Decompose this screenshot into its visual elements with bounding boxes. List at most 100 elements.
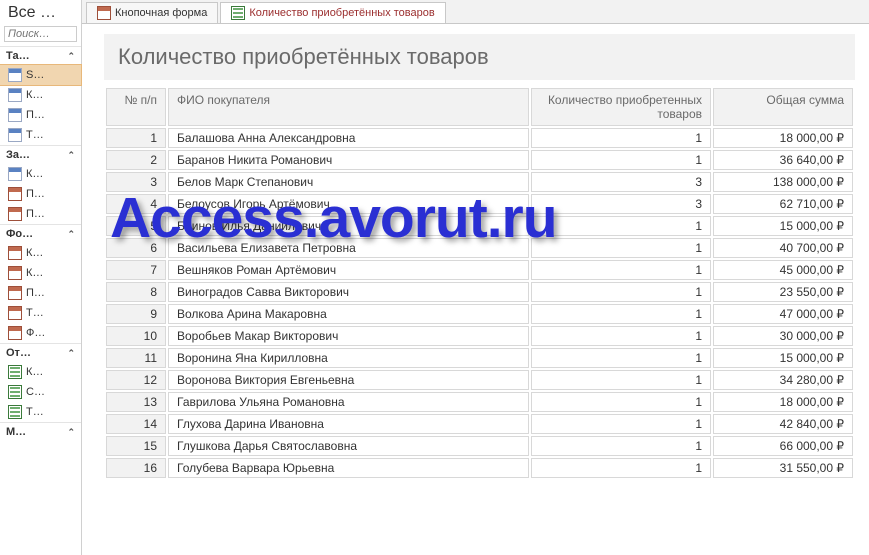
- tab-label: Количество приобретённых товаров: [249, 7, 434, 19]
- nav-item[interactable]: П…: [0, 283, 81, 303]
- cell-qty: 1: [531, 304, 711, 324]
- nav-item-label: П…: [26, 208, 45, 220]
- table-row: 13Гаврилова Ульяна Романовна118 000,00 ₽: [106, 392, 853, 412]
- cell-name: Гаврилова Ульяна Романовна: [168, 392, 529, 412]
- cell-qty: 1: [531, 238, 711, 258]
- table-row: 11Воронина Яна Кирилловна115 000,00 ₽: [106, 348, 853, 368]
- cell-qty: 3: [531, 172, 711, 192]
- table-row: 16Голубева Варвара Юрьевна131 550,00 ₽: [106, 458, 853, 478]
- cell-qty: 1: [531, 436, 711, 456]
- cell-sum: 30 000,00 ₽: [713, 326, 853, 346]
- nav-item-label: Т…: [26, 406, 44, 418]
- cell-name: Балашова Анна Александровна: [168, 128, 529, 148]
- chevron-up-icon: ⌃: [67, 150, 75, 161]
- nav-item[interactable]: Т…: [0, 402, 81, 422]
- cell-n: 8: [106, 282, 166, 302]
- cell-n: 2: [106, 150, 166, 170]
- cell-qty: 1: [531, 392, 711, 412]
- nav-item[interactable]: К…: [0, 263, 81, 283]
- document-tab[interactable]: Кнопочная форма: [86, 2, 218, 23]
- nav-item-label: К…: [26, 247, 43, 259]
- cell-sum: 34 280,00 ₽: [713, 370, 853, 390]
- chevron-up-icon: ⌃: [67, 51, 75, 62]
- col-header-name: ФИО покупателя: [168, 88, 529, 126]
- cell-n: 6: [106, 238, 166, 258]
- nav-section-header[interactable]: За…⌃: [0, 146, 81, 164]
- form-icon: [8, 286, 22, 300]
- nav-item[interactable]: К…: [0, 243, 81, 263]
- search-input[interactable]: [4, 26, 77, 42]
- nav-item-label: К…: [26, 168, 43, 180]
- nav-item-label: П…: [26, 109, 45, 121]
- nav-item[interactable]: К…: [0, 164, 81, 184]
- table-row: 2Баранов Никита Романович136 640,00 ₽: [106, 150, 853, 170]
- form-icon: [8, 326, 22, 340]
- cell-qty: 3: [531, 194, 711, 214]
- form-icon: [8, 306, 22, 320]
- table-icon: [8, 108, 22, 122]
- cell-name: Глушкова Дарья Святославовна: [168, 436, 529, 456]
- nav-item[interactable]: Т…: [0, 125, 81, 145]
- chevron-up-icon: ⌃: [67, 427, 75, 438]
- cell-n: 11: [106, 348, 166, 368]
- cell-sum: 47 000,00 ₽: [713, 304, 853, 324]
- table-row: 7Вешняков Роман Артёмович145 000,00 ₽: [106, 260, 853, 280]
- cell-n: 5: [106, 216, 166, 236]
- nav-item[interactable]: Т…: [0, 303, 81, 323]
- nav-item-label: Т…: [26, 307, 44, 319]
- cell-n: 10: [106, 326, 166, 346]
- nav-item[interactable]: С…: [0, 382, 81, 402]
- table-row: 3Белов Марк Степанович3138 000,00 ₽: [106, 172, 853, 192]
- nav-item[interactable]: К…: [0, 362, 81, 382]
- table-row: 12Воронова Виктория Евгеньевна134 280,00…: [106, 370, 853, 390]
- cell-sum: 45 000,00 ₽: [713, 260, 853, 280]
- nav-section-header[interactable]: От…⌃: [0, 344, 81, 362]
- nav-item[interactable]: П…: [0, 184, 81, 204]
- table-row: 1Балашова Анна Александровна118 000,00 ₽: [106, 128, 853, 148]
- form-icon: [8, 266, 22, 280]
- document-tab[interactable]: Количество приобретённых товаров: [220, 2, 445, 23]
- cell-sum: 23 550,00 ₽: [713, 282, 853, 302]
- nav-search[interactable]: [4, 26, 77, 42]
- nav-item[interactable]: П…: [0, 204, 81, 224]
- cell-n: 3: [106, 172, 166, 192]
- chevron-up-icon: ⌃: [67, 348, 75, 359]
- table-icon: [8, 88, 22, 102]
- cell-n: 9: [106, 304, 166, 324]
- cell-qty: 1: [531, 150, 711, 170]
- table-row: 10Воробьев Макар Викторович130 000,00 ₽: [106, 326, 853, 346]
- cell-sum: 18 000,00 ₽: [713, 128, 853, 148]
- report-icon: [8, 365, 22, 379]
- cell-qty: 1: [531, 216, 711, 236]
- col-header-sum: Общая сумма: [713, 88, 853, 126]
- table-row: 5Блинов Илья Даниилович115 000,00 ₽: [106, 216, 853, 236]
- cell-name: Вешняков Роман Артёмович: [168, 260, 529, 280]
- nav-item[interactable]: Ф…: [0, 323, 81, 343]
- table-row: 4Белоусов Игорь Артёмович362 710,00 ₽: [106, 194, 853, 214]
- report-title: Количество приобретённых товаров: [104, 34, 855, 80]
- nav-item-label: S…: [26, 69, 44, 81]
- nav-item-label: П…: [26, 287, 45, 299]
- table-icon: [8, 68, 22, 82]
- cell-name: Васильева Елизавета Петровна: [168, 238, 529, 258]
- nav-item[interactable]: К…: [0, 85, 81, 105]
- nav-section-header[interactable]: Фо…⌃: [0, 225, 81, 243]
- cell-n: 7: [106, 260, 166, 280]
- form-icon: [8, 187, 22, 201]
- form-icon: [8, 246, 22, 260]
- cell-name: Волкова Арина Макаровна: [168, 304, 529, 324]
- report-icon: [231, 6, 245, 20]
- cell-n: 1: [106, 128, 166, 148]
- navigation-pane: Все … Та…⌃S…К…П…Т…За…⌃К…П…П…Фо…⌃К…К…П…Т……: [0, 0, 82, 555]
- nav-item-label: Ф…: [26, 327, 45, 339]
- cell-n: 13: [106, 392, 166, 412]
- col-header-n: № п/п: [106, 88, 166, 126]
- nav-section-header[interactable]: Та…⌃: [0, 47, 81, 65]
- nav-item[interactable]: S…: [0, 65, 81, 85]
- table-row: 15Глушкова Дарья Святославовна166 000,00…: [106, 436, 853, 456]
- cell-sum: 62 710,00 ₽: [713, 194, 853, 214]
- nav-section-header[interactable]: М…⌃: [0, 423, 81, 441]
- cell-name: Блинов Илья Даниилович: [168, 216, 529, 236]
- report-viewport[interactable]: Количество приобретённых товаров № п/п Ф…: [82, 24, 869, 555]
- nav-item[interactable]: П…: [0, 105, 81, 125]
